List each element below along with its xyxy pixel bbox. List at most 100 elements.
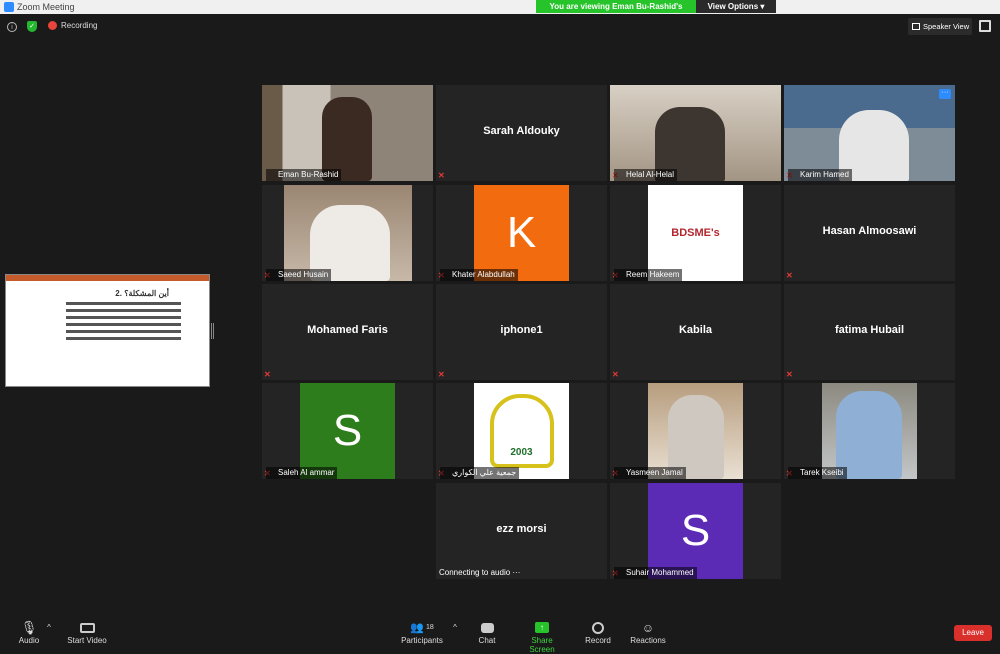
- participant-tile[interactable]: ··· ✕ Karim Hamed: [784, 85, 955, 181]
- participants-label: Participants: [401, 636, 443, 645]
- participant-display-name: Hasan Almoosawi: [822, 225, 917, 237]
- shield-icon[interactable]: ✓: [27, 21, 37, 32]
- slide-toolbar: [6, 275, 209, 281]
- chat-button[interactable]: Chat: [474, 619, 500, 645]
- participant-display-name: Kabila: [678, 324, 712, 336]
- participant-name: Suhair Mohammed: [614, 567, 697, 579]
- info-icon[interactable]: i: [7, 22, 17, 32]
- start-video-button[interactable]: Start Video: [66, 619, 108, 645]
- logo-year: 2003: [510, 447, 533, 458]
- muted-mic-icon: ✕: [438, 370, 445, 379]
- start-video-label: Start Video: [67, 636, 107, 645]
- participant-tile[interactable]: Hasan Almoosawi ✕: [784, 185, 955, 281]
- participant-display-name: Sarah Aldouky: [483, 125, 560, 137]
- view-grid-icon: [912, 23, 920, 30]
- participant-name: Tarek Kseibi: [788, 467, 847, 479]
- logo-badge: 2003: [489, 394, 554, 468]
- slide-bullet-line: [66, 337, 181, 340]
- view-options-button[interactable]: View Options ▾: [696, 0, 776, 13]
- participant-figure: [836, 391, 902, 479]
- slide-bullet-line: [66, 302, 181, 305]
- window-title: Zoom Meeting: [17, 2, 75, 12]
- participant-display-name: Mohamed Faris: [307, 324, 388, 336]
- audio-button[interactable]: 🎙 Audio: [14, 619, 44, 646]
- fullscreen-icon[interactable]: [979, 20, 991, 32]
- participant-tile[interactable]: ✕ Yasmeen Jamal: [610, 383, 781, 479]
- participant-name: Khater Alabdullah: [440, 269, 518, 281]
- record-button[interactable]: Record: [584, 619, 612, 645]
- participant-tile[interactable]: ✕ Helal Al-Helal: [610, 85, 781, 181]
- share-screen-button[interactable]: ↑ Share Screen: [518, 619, 566, 654]
- participant-tile[interactable]: K ✕ Khater Alabdullah: [436, 185, 607, 281]
- reactions-icon: ☺: [641, 620, 655, 635]
- participant-tile[interactable]: ✕ Tarek Kseibi: [784, 383, 955, 479]
- recording-label: Recording: [61, 21, 98, 30]
- participant-name: Yasmeen Jamal: [614, 467, 686, 479]
- participant-logo: BDSME's: [648, 185, 743, 281]
- participant-display-name: fatima Hubail: [834, 324, 905, 336]
- slide-heading: 2. أين المشكلة؟: [115, 289, 169, 298]
- split-resize-handle[interactable]: [211, 323, 214, 339]
- recording-indicator[interactable]: Recording: [48, 21, 97, 30]
- reactions-label: Reactions: [630, 636, 666, 645]
- participant-display-name: iphone1: [500, 324, 543, 336]
- chat-label: Chat: [478, 636, 496, 645]
- video-off-icon: [79, 622, 95, 633]
- participant-display-name: ezz morsi: [496, 523, 547, 535]
- participant-count: 18: [425, 624, 434, 631]
- participant-name: جمعية علي الكواري: [440, 467, 520, 479]
- screen-share-banner: You are viewing Eman Bu-Rashid's screen …: [536, 0, 776, 24]
- participant-avatar: S: [648, 483, 743, 579]
- participant-avatar: K: [474, 185, 569, 281]
- participants-options-caret[interactable]: ^: [450, 619, 460, 636]
- logo-text: BDSME's: [671, 227, 720, 239]
- participant-tile[interactable]: Sarah Aldouky ✕: [436, 85, 607, 181]
- participant-name: Eman Bu-Rashid: [266, 169, 342, 181]
- audio-label: Audio: [18, 636, 40, 645]
- participant-tile[interactable]: S ✕ Suhair Mohammed: [610, 483, 781, 579]
- speaker-view-label: Speaker View: [923, 22, 970, 31]
- participant-name: Reem Hakeem: [614, 269, 683, 281]
- participant-tile[interactable]: S ✕ Saleh Al ammar: [262, 383, 433, 479]
- slide-bullet-line: [66, 316, 181, 319]
- participant-tile[interactable]: ✕ Saeed Husain: [262, 185, 433, 281]
- viewing-screen-message: You are viewing Eman Bu-Rashid's screen: [536, 0, 696, 24]
- more-options-icon[interactable]: ···: [939, 89, 951, 99]
- participant-tile[interactable]: Eman Bu-Rashid: [262, 85, 433, 181]
- view-options-label: View Options: [707, 2, 759, 11]
- slide-bullet-line: [66, 323, 181, 326]
- meeting-toolbar: 🎙 Audio ^ Start Video 👥 18 Participants ^…: [0, 615, 1000, 654]
- share-screen-label: Share Screen: [529, 636, 555, 654]
- participant-tile[interactable]: ezz morsi Connecting to audio ···: [436, 483, 607, 579]
- speaker-view-button[interactable]: Speaker View: [908, 18, 972, 35]
- participant-name: Karim Hamed: [788, 169, 852, 181]
- record-label: Record: [585, 636, 611, 645]
- participant-name: Helal Al-Helal: [614, 169, 678, 181]
- participant-name: Saeed Husain: [266, 269, 332, 281]
- participants-button[interactable]: 👥 18 Participants: [398, 619, 446, 645]
- meeting-topbar: i ✓ Recording: [0, 14, 1000, 40]
- participant-tile[interactable]: Kabila ✕: [610, 284, 781, 380]
- participant-name: Saleh Al ammar: [266, 467, 338, 479]
- record-dot-icon: [48, 21, 57, 30]
- participant-tile[interactable]: BDSME's ✕ Reem Hakeem: [610, 185, 781, 281]
- share-screen-icon: ↑: [535, 622, 549, 633]
- reactions-button[interactable]: ☺ Reactions: [630, 619, 666, 646]
- slide-bullet-line: [66, 330, 181, 333]
- muted-mic-icon: ✕: [786, 370, 793, 379]
- participant-logo: 2003: [474, 383, 569, 479]
- muted-mic-icon: ✕: [786, 271, 793, 280]
- slide-bullet-line: [66, 309, 181, 312]
- participant-tile[interactable]: 2003 ✕ جمعية علي الكواري: [436, 383, 607, 479]
- leave-button[interactable]: Leave: [954, 625, 992, 641]
- participant-avatar: S: [300, 383, 395, 479]
- window-titlebar: Zoom Meeting: [0, 0, 1000, 14]
- muted-mic-icon: ✕: [264, 370, 271, 379]
- audio-options-caret[interactable]: ^: [44, 619, 54, 636]
- participant-tile[interactable]: fatima Hubail ✕: [784, 284, 955, 380]
- microphone-icon: 🎙: [20, 619, 38, 635]
- participant-tile[interactable]: Mohamed Faris ✕: [262, 284, 433, 380]
- chat-icon: [480, 622, 494, 633]
- shared-screen-thumbnail[interactable]: 2. أين المشكلة؟: [5, 274, 210, 387]
- participant-tile[interactable]: iphone1 ✕: [436, 284, 607, 380]
